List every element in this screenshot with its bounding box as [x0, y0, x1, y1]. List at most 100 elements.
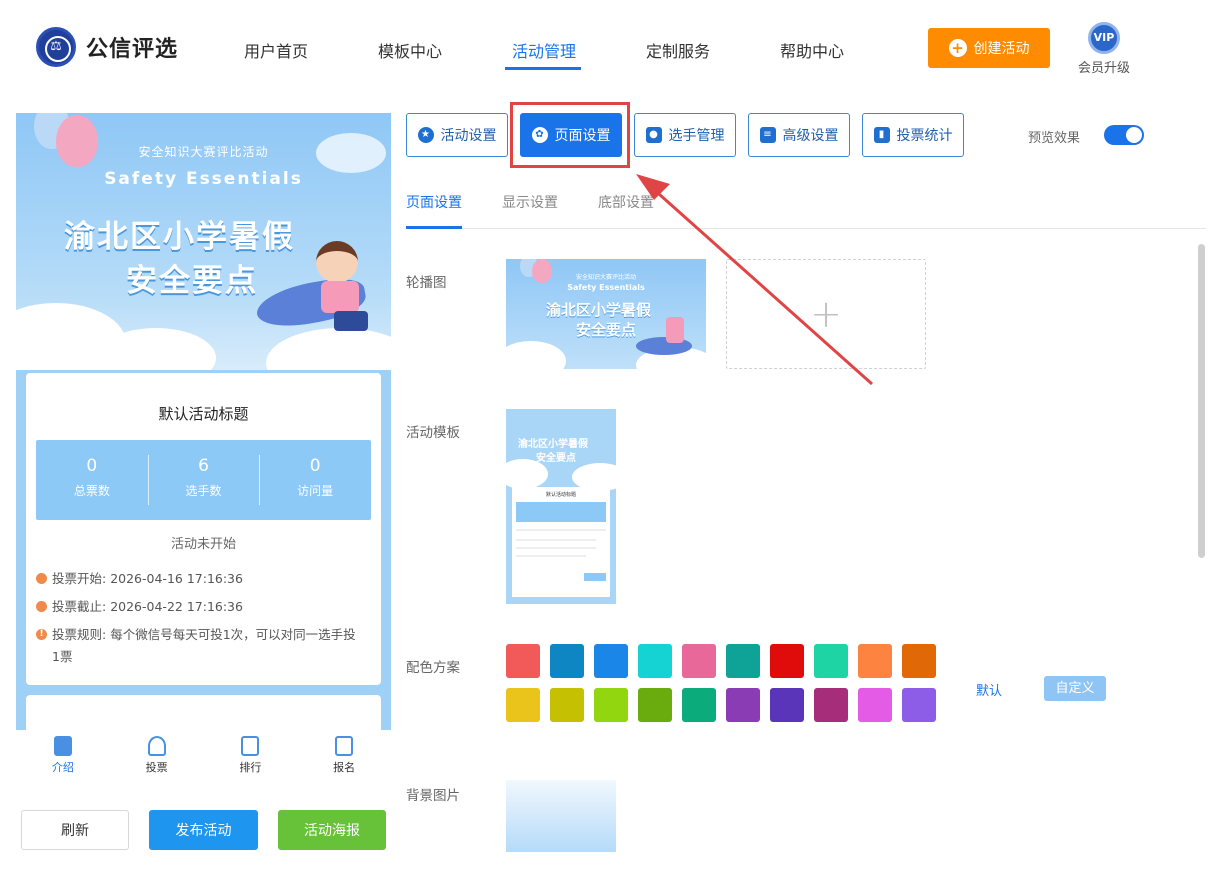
vip-upgrade[interactable]: VIP 会员升级 [1076, 22, 1132, 76]
mini-line [516, 529, 606, 531]
color-swatch[interactable] [726, 688, 760, 722]
preview-effect-label: 预览效果 [1028, 131, 1081, 146]
banner-title-line2: 安全要点 [126, 263, 258, 299]
logo[interactable]: ⚖ 公信评选 [36, 27, 178, 67]
background-image-label: 背景图片 [406, 788, 460, 804]
color-swatch[interactable] [506, 688, 540, 722]
tab-ranking[interactable]: 排行 [204, 730, 298, 780]
rule-text: 投票截止: 2026-04-22 17:16:36 [52, 596, 362, 618]
add-carousel-image-button[interactable]: + [726, 259, 926, 369]
cloud-decoration [506, 341, 566, 369]
banner-title-line1: 渝北区小学暑假 [64, 219, 295, 255]
vip-badge-icon: VIP [1088, 22, 1120, 54]
color-swatch[interactable] [726, 644, 760, 678]
color-scheme-default[interactable]: 默认 [976, 680, 1002, 699]
button-label: 高级设置 [782, 128, 839, 144]
color-swatch[interactable] [770, 644, 804, 678]
color-swatch[interactable] [506, 644, 540, 678]
tab-intro[interactable]: 介绍 [16, 730, 110, 780]
color-swatch[interactable] [814, 688, 848, 722]
color-swatch[interactable] [858, 644, 892, 678]
toggle-knob [1126, 127, 1142, 143]
activity-poster-button[interactable]: 活动海报 [278, 810, 386, 850]
activity-title: 默认活动标题 [158, 405, 249, 423]
color-swatch[interactable] [594, 644, 628, 678]
kid-illustration-shorts [334, 311, 368, 331]
color-swatch[interactable] [682, 644, 716, 678]
settings-scrollbar[interactable] [1198, 244, 1205, 558]
rule-vote-end: 投票截止: 2026-04-22 17:16:36 [36, 596, 362, 618]
tab-label: 介绍 [51, 761, 74, 774]
nav-activity-management[interactable]: 活动管理 [512, 38, 576, 62]
vote-statistics-button[interactable]: ▮ 投票统计 [862, 113, 964, 157]
subtabs-divider [406, 228, 1206, 229]
color-swatch[interactable] [550, 688, 584, 722]
refresh-button[interactable]: 刷新 [21, 810, 129, 850]
activity-info-card: 默认活动标题 0 总票数 6 选手数 0 访问量 活动未开始 投票开始: 202… [26, 373, 381, 685]
nav-templates[interactable]: 模板中心 [378, 38, 442, 62]
subtab-page-settings[interactable]: 页面设置 [406, 192, 462, 212]
preview-effect-toggle[interactable] [1104, 125, 1144, 145]
rule-text: 投票规则: 每个微信号每天可投1次，可以对同一选手投1票 [52, 624, 362, 668]
rule-vote-rules: ! 投票规则: 每个微信号每天可投1次，可以对同一选手投1票 [36, 624, 362, 668]
stat-label: 访问量 [297, 484, 334, 498]
subtab-display-settings[interactable]: 显示设置 [502, 192, 558, 212]
plus-circle-icon: + [948, 39, 967, 57]
stat-label: 总票数 [73, 484, 110, 498]
tab-vote[interactable]: 投票 [110, 730, 204, 780]
create-activity-button[interactable]: + 创建活动 [928, 28, 1050, 68]
color-swatch[interactable] [814, 644, 848, 678]
vip-upgrade-label: 会员升级 [1077, 61, 1130, 76]
mini-stats [516, 502, 606, 522]
color-swatch[interactable] [638, 644, 672, 678]
settings-list-icon: ≡ [759, 127, 776, 143]
bar-chart-icon: ▮ [873, 127, 890, 143]
stat-value: 0 [86, 456, 98, 476]
stats-panel: 0 总票数 6 选手数 0 访问量 [36, 440, 371, 520]
color-swatch[interactable] [770, 688, 804, 722]
rule-vote-start: 投票开始: 2026-04-16 17:16:36 [36, 568, 362, 590]
carousel-image[interactable]: 安全知识大赛评比活动 Safety Essentials 渝北区小学暑假 安全要… [506, 259, 706, 369]
nav-home[interactable]: 用户首页 [244, 38, 308, 62]
stat-visits: 0 访问量 [259, 440, 371, 520]
rule-label: 投票规则: [52, 627, 107, 642]
kid-illustration [316, 241, 358, 283]
activity-template-thumbnail[interactable]: 渝北区小学暑假 安全要点 默认活动标题 [506, 409, 616, 604]
color-swatch[interactable] [902, 644, 936, 678]
color-scheme-custom[interactable]: 自定义 [1044, 676, 1106, 701]
mini-template-title-line1: 渝北区小学暑假 [518, 439, 588, 450]
color-swatch[interactable] [902, 688, 936, 722]
star-icon: ★ [417, 127, 434, 143]
nav-help-center[interactable]: 帮助中心 [780, 38, 844, 62]
color-swatch[interactable] [858, 688, 892, 722]
color-swatch[interactable] [594, 688, 628, 722]
logo-text: 公信评选 [86, 37, 179, 62]
color-swatch[interactable] [638, 688, 672, 722]
stat-total-votes: 0 总票数 [36, 440, 148, 520]
mini-banner-english: Safety Essentials [567, 283, 645, 292]
publish-activity-button[interactable]: 发布活动 [149, 810, 258, 850]
tab-signup[interactable]: 报名 [297, 730, 391, 780]
contestant-management-button[interactable]: ● 选手管理 [634, 113, 736, 157]
color-swatch[interactable] [550, 644, 584, 678]
banner-subtitle: 安全知识大赛评比活动 [138, 145, 269, 159]
document-icon [53, 736, 72, 756]
advanced-settings-button[interactable]: ≡ 高级设置 [748, 113, 850, 157]
preview-banner: 安全知识大赛评比活动 Safety Essentials 渝北区小学暑假 安全要… [16, 113, 391, 370]
secondary-card [26, 695, 381, 730]
rule-value: 2026-04-16 17:16:36 [110, 571, 243, 586]
kid-illustration [666, 317, 684, 343]
button-label: 活动设置 [440, 128, 497, 144]
plus-icon: + [810, 292, 842, 336]
nav-custom-service[interactable]: 定制服务 [646, 38, 710, 62]
subtab-active-indicator [406, 226, 462, 229]
activity-settings-button[interactable]: ★ 活动设置 [406, 113, 508, 157]
mobile-preview: 安全知识大赛评比活动 Safety Essentials 渝北区小学暑假 安全要… [16, 113, 391, 730]
stat-value: 6 [198, 456, 209, 476]
banner-english-title: Safety Essentials [104, 169, 303, 189]
color-swatch[interactable] [682, 688, 716, 722]
background-image[interactable] [506, 780, 616, 852]
tab-label: 报名 [333, 761, 356, 774]
button-label: 投票统计 [896, 128, 953, 144]
subtab-footer-settings[interactable]: 底部设置 [598, 192, 654, 212]
